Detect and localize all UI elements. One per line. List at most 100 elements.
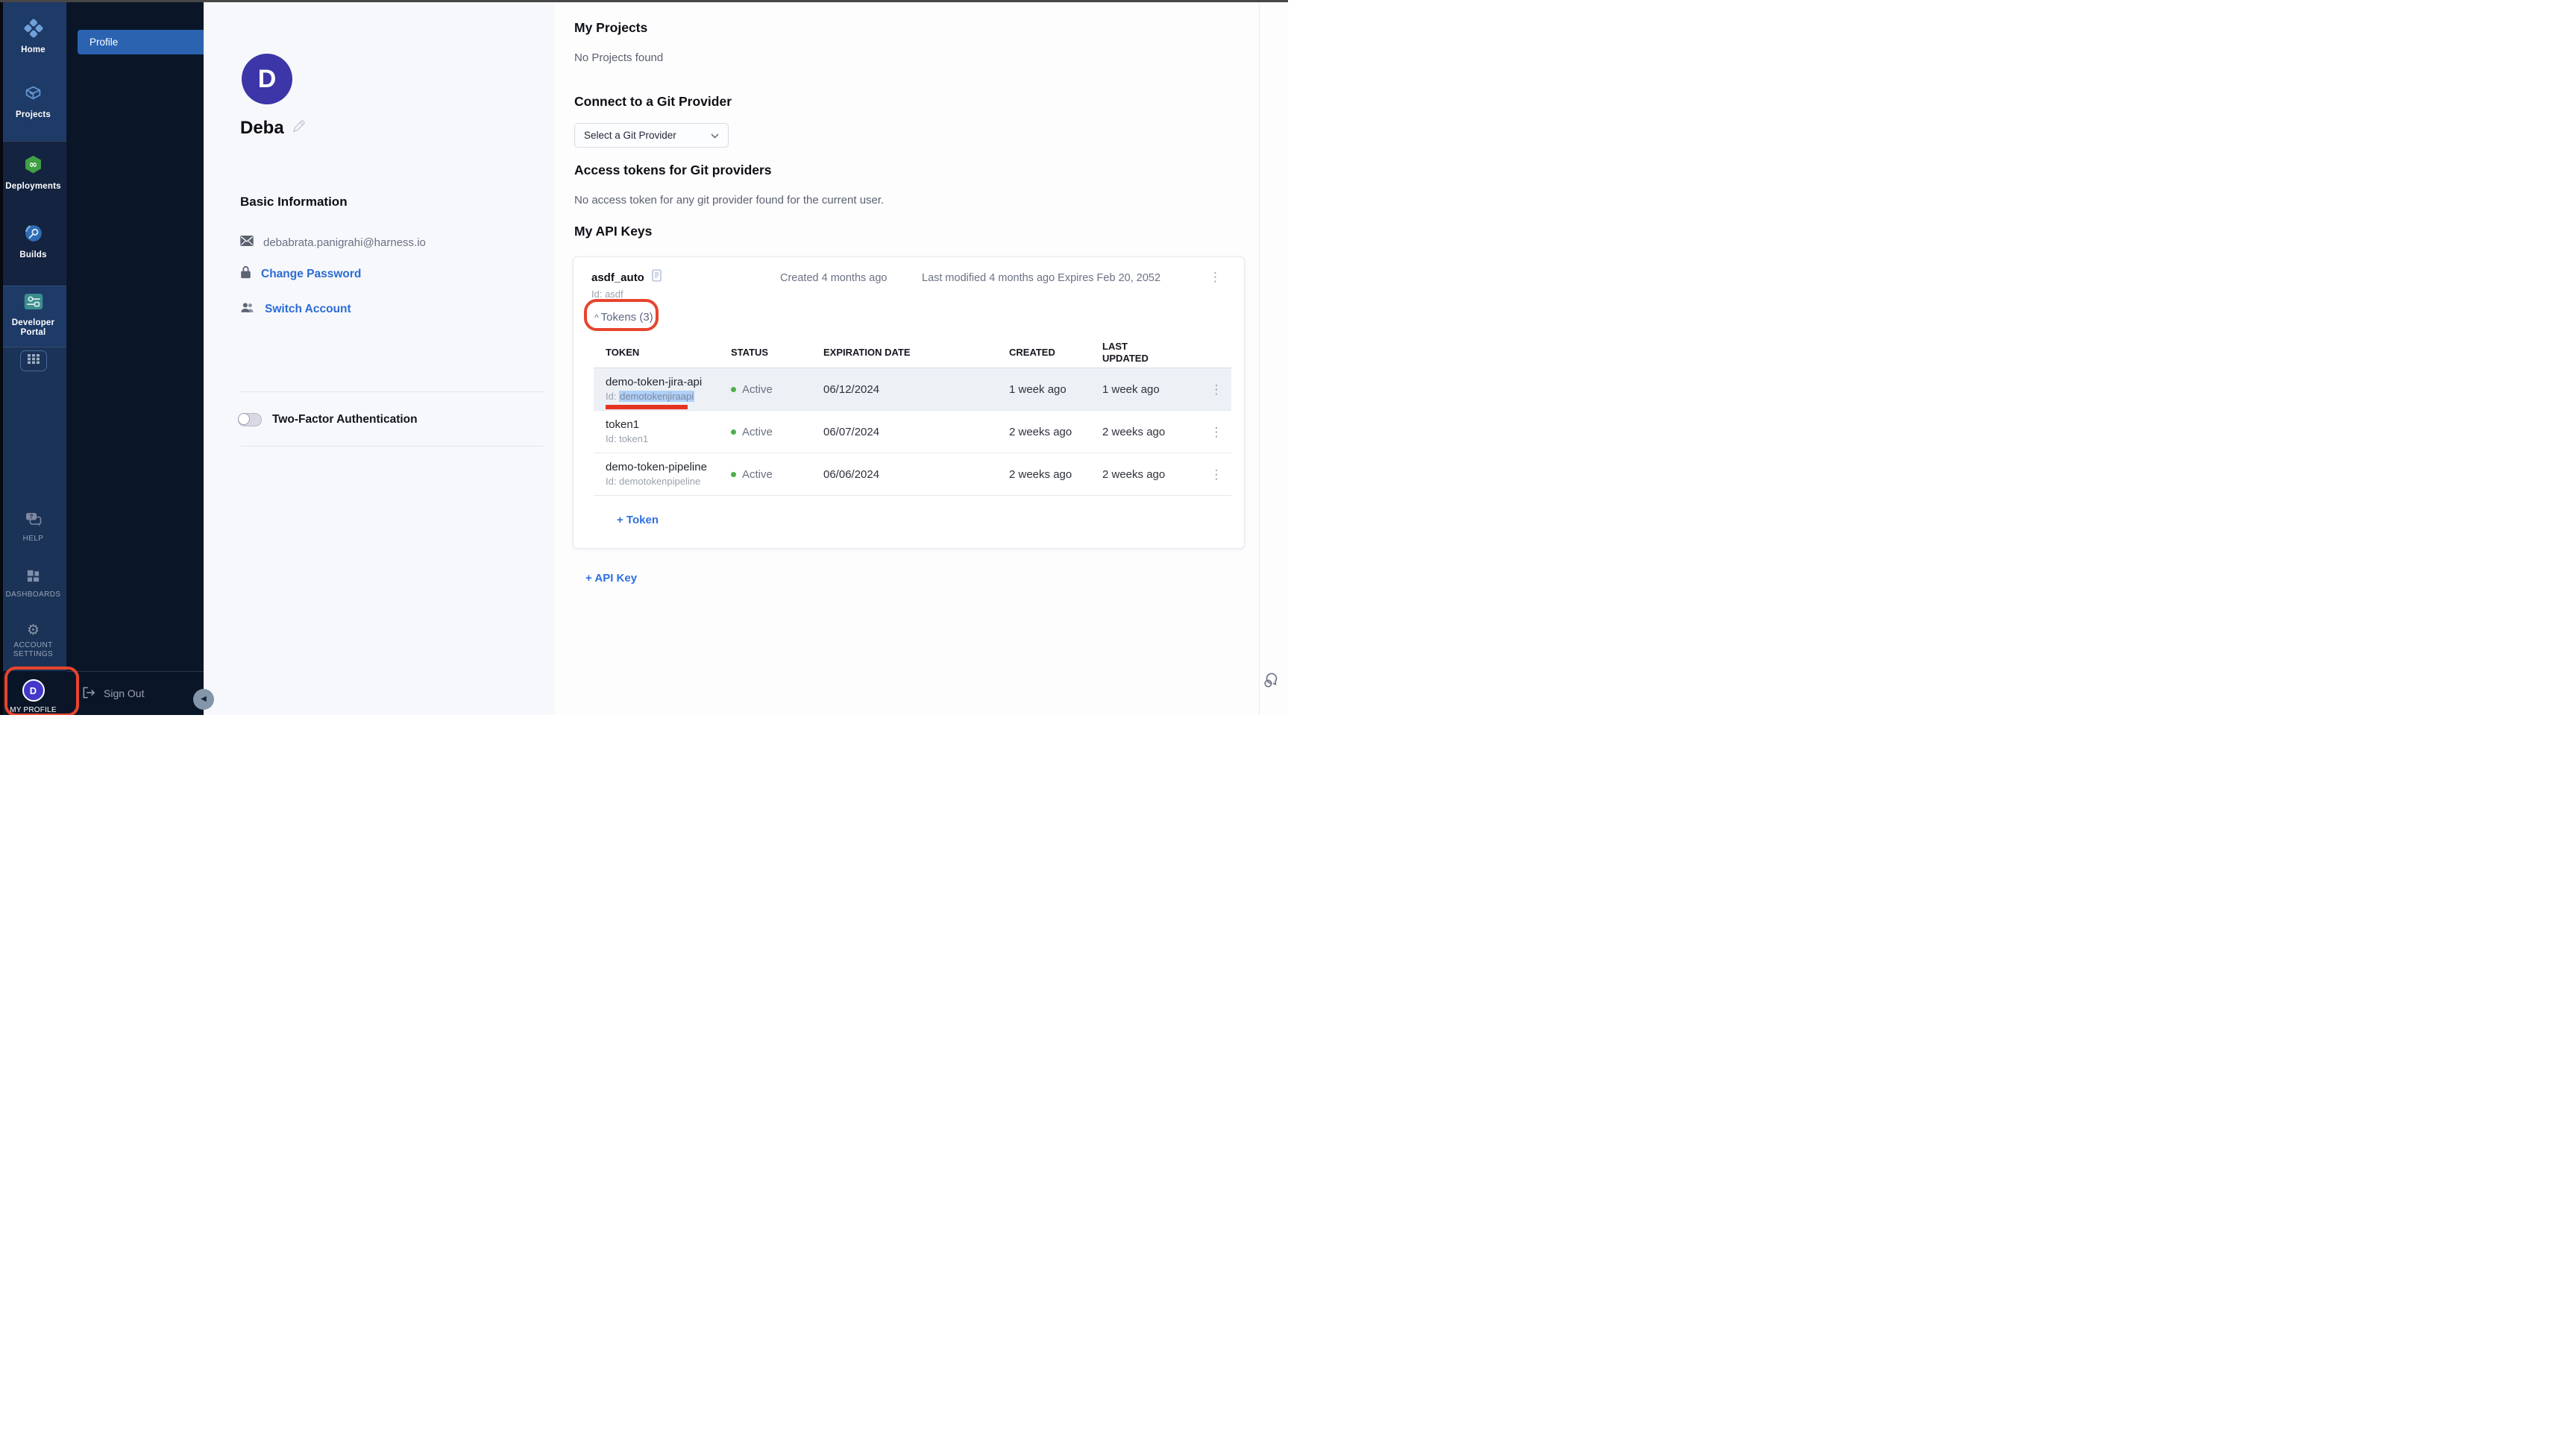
module-launcher-button[interactable]: [20, 350, 47, 371]
switch-account-row[interactable]: Switch Account: [240, 302, 351, 317]
sidebar-item-help[interactable]: ? HELP: [0, 511, 66, 544]
api-key-modified: Last modified 4 months ago: [922, 272, 1055, 284]
account-overview-pane: My Projects No Projects found Connect to…: [555, 2, 1288, 715]
sidebar-item-builds[interactable]: Builds: [0, 224, 66, 260]
git-provider-selected-value: Select a Git Provider: [584, 130, 676, 141]
module-nav-rail: Home Projects ∞ Deployments Builds Devel…: [0, 2, 66, 715]
access-tokens-title: Access tokens for Git providers: [574, 163, 772, 178]
api-key-name: asdf_auto: [591, 271, 644, 284]
api-key-expires: Expires Feb 20, 2052: [1058, 272, 1160, 284]
avatar-letter: D: [30, 685, 37, 696]
token-id: Id: token1: [606, 433, 728, 445]
caret-up-icon: ^: [594, 312, 599, 323]
token-row-demo-token-pipeline[interactable]: demo-token-pipeline Id: demotokenpipelin…: [594, 453, 1231, 496]
sidebar-item-projects[interactable]: Projects: [0, 84, 66, 120]
sidebar-collapse-button[interactable]: ◀: [193, 689, 214, 710]
sidebar-item-deployments[interactable]: ∞ Deployments: [0, 154, 66, 192]
col-expiration: EXPIRATION DATE: [817, 347, 1000, 359]
profile-subnav: Profile Sign Out ◀: [66, 2, 204, 715]
token-id: Id: demotokenjiraapi: [606, 391, 728, 403]
change-password-row[interactable]: Change Password: [240, 265, 361, 283]
switch-account-link[interactable]: Switch Account: [265, 303, 351, 316]
chat-support-icon[interactable]: [1263, 672, 1281, 693]
tokens-count-label: Tokens (3): [601, 311, 653, 324]
home-label: Home: [21, 45, 45, 55]
col-token: TOKEN: [594, 347, 728, 359]
two-factor-toggle[interactable]: [238, 413, 262, 426]
subnav-item-profile[interactable]: Profile: [78, 30, 204, 54]
tokens-table: TOKEN STATUS EXPIRATION DATE CREATED LAS…: [594, 338, 1231, 496]
token-updated: 1 week ago: [1097, 383, 1201, 396]
svg-text:∞: ∞: [29, 159, 37, 171]
api-key-menu-kebab-icon[interactable]: ⋮: [1209, 271, 1222, 283]
edit-name-pencil-icon[interactable]: [292, 120, 305, 137]
dashboards-grid-icon: [26, 569, 40, 587]
developer-portal-icon: [23, 292, 44, 315]
my-projects-title: My Projects: [574, 20, 647, 36]
git-provider-select[interactable]: Select a Git Provider: [574, 123, 729, 148]
status-dot: [731, 387, 736, 392]
harness-home-icon: [24, 19, 43, 42]
token-name: token1: [606, 418, 728, 432]
divider: [240, 446, 544, 447]
toggle-knob: [238, 413, 250, 425]
api-key-id: Id: asdf: [591, 289, 623, 300]
token-expiration: 06/06/2024: [817, 468, 1000, 481]
projects-box-icon: [24, 84, 43, 107]
developer-portal-label: Developer Portal: [10, 318, 57, 338]
grid-launcher-icon: [28, 354, 40, 368]
builds-label: Builds: [19, 251, 46, 260]
help-chat-icon: ?: [25, 511, 43, 531]
api-keys-title: My API Keys: [574, 224, 652, 239]
git-provider-title: Connect to a Git Provider: [574, 94, 732, 110]
sign-out-button[interactable]: Sign Out: [66, 671, 204, 715]
token-expiration: 06/07/2024: [817, 426, 1000, 438]
divider: [240, 391, 544, 392]
token-menu-kebab-icon[interactable]: ⋮: [1201, 468, 1231, 481]
subnav-profile-label: Profile: [89, 37, 118, 48]
no-access-tokens-text: No access token for any git provider fou…: [574, 194, 884, 207]
chevron-left-icon: ◀: [201, 696, 207, 703]
api-key-modified-expires: Last modified 4 months ago Expires Feb 2…: [922, 272, 1160, 284]
window-left-edge: [0, 0, 3, 715]
token-status: Active: [742, 468, 773, 481]
projects-label: Projects: [16, 110, 51, 120]
change-password-link[interactable]: Change Password: [261, 268, 361, 281]
scrollbar-track[interactable]: [1259, 2, 1260, 715]
harness-profile-page: Home Projects ∞ Deployments Builds Devel…: [0, 0, 1288, 715]
token-row-demo-token-jira-api[interactable]: demo-token-jira-api Id: demotokenjiraapi…: [594, 368, 1231, 411]
token-created: 2 weeks ago: [1000, 426, 1097, 438]
sidebar-item-home[interactable]: Home: [0, 19, 66, 55]
copy-clipboard-icon[interactable]: [652, 269, 662, 286]
my-profile-avatar: D: [22, 679, 45, 702]
token-status: Active: [742, 426, 773, 438]
api-key-created: Created 4 months ago: [780, 272, 887, 284]
token-menu-kebab-icon[interactable]: ⋮: [1201, 426, 1231, 438]
token-name: demo-token-jira-api: [606, 376, 728, 389]
email-envelope-icon: [240, 236, 254, 250]
token-updated: 2 weeks ago: [1097, 426, 1201, 438]
sidebar-item-account-settings[interactable]: ⚙ ACCOUNT SETTINGS: [0, 623, 66, 659]
chevron-down-icon: [711, 129, 719, 142]
gear-icon: ⚙: [27, 623, 40, 637]
token-menu-kebab-icon[interactable]: ⋮: [1201, 383, 1231, 396]
add-token-button[interactable]: + Token: [617, 514, 659, 526]
sidebar-item-dashboards[interactable]: DASHBOARDS: [0, 569, 66, 599]
deployments-label: Deployments: [5, 182, 60, 192]
add-api-key-button[interactable]: + API Key: [585, 572, 637, 585]
sidebar-item-my-profile[interactable]: D MY PROFILE: [0, 679, 66, 715]
status-dot: [731, 429, 736, 435]
tokens-expand-toggle[interactable]: ^ Tokens (3): [594, 311, 653, 324]
token-name: demo-token-pipeline: [606, 461, 728, 474]
window-top-edge: [0, 0, 1288, 2]
sidebar-item-developer-portal[interactable]: Developer Portal: [0, 292, 66, 338]
svg-text:?: ?: [29, 514, 33, 520]
basic-information-title: Basic Information: [240, 195, 348, 210]
sign-out-label: Sign Out: [104, 687, 144, 699]
tokens-table-header: TOKEN STATUS EXPIRATION DATE CREATED LAS…: [594, 338, 1231, 368]
token-id-value-selected: demotokenjiraapi: [619, 391, 694, 402]
annotation-underline-token-id: [606, 405, 688, 409]
token-row-token1[interactable]: token1 Id: token1 Active 06/07/2024 2 we…: [594, 411, 1231, 453]
status-dot: [731, 472, 736, 477]
no-projects-text: No Projects found: [574, 51, 663, 64]
